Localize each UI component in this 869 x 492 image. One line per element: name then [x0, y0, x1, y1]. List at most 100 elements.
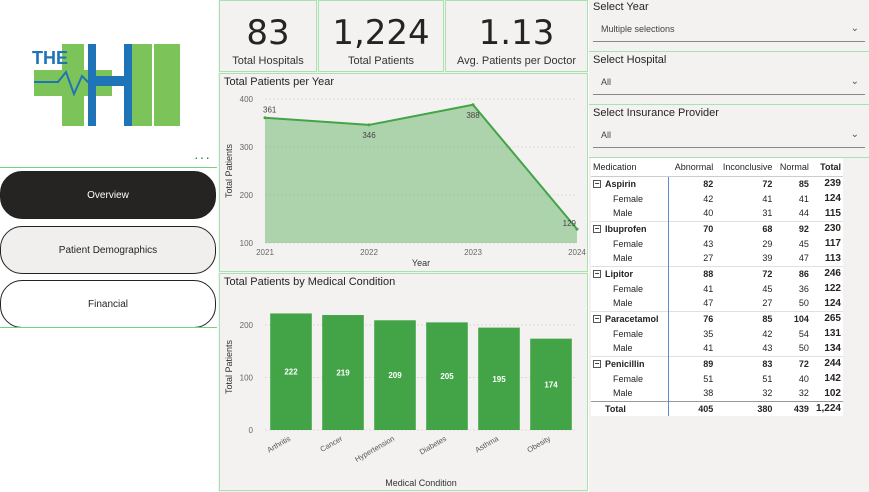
gender-cell: Female — [591, 281, 669, 296]
matrix-cell: 89 — [668, 355, 716, 371]
hospital-dropdown[interactable]: All ⌄ — [593, 71, 865, 95]
matrix-sub-row[interactable]: Female 51 51 40 142 — [591, 371, 843, 386]
y-tick-label: 200 — [240, 191, 254, 200]
collapse-icon[interactable]: − — [593, 360, 601, 369]
x-axis-title: Year — [412, 258, 430, 268]
matrix-cell: 51 — [703, 373, 714, 384]
matrix-cell: 115 — [824, 207, 841, 219]
matrix-cell: 39 — [762, 253, 773, 264]
logo-text: THE — [32, 48, 68, 68]
bar-chart-card[interactable]: Total Patients by Medical Condition 0 100… — [219, 273, 588, 491]
kpi-value: 83 — [246, 13, 290, 53]
data-label: 346 — [362, 131, 376, 140]
matrix-cell: 230 — [810, 220, 843, 236]
kpi-avg-patients-per-doctor[interactable]: 1.13 Avg. Patients per Doctor — [445, 0, 588, 72]
header-total[interactable]: Total — [810, 158, 843, 177]
overview-button[interactable]: Overview — [0, 171, 216, 219]
medication-cell: − Aspirin — [591, 175, 669, 191]
matrix-cell: 54 — [798, 328, 809, 339]
matrix-cell: 50 — [798, 298, 809, 309]
x-tick-label: 2022 — [360, 248, 378, 257]
medication-matrix[interactable]: Medication Abnormal Inconclusive Normal … — [591, 158, 843, 416]
y-axis-title: Total Patients — [224, 339, 234, 394]
matrix-cell: 29 — [762, 238, 773, 249]
bar-data-label: 205 — [440, 372, 454, 381]
header-medication[interactable]: Medication — [591, 158, 669, 177]
insurance-dropdown[interactable]: All ⌄ — [593, 124, 865, 148]
matrix-cell: 40 — [798, 373, 809, 384]
chevron-down-icon: ⌄ — [850, 23, 859, 34]
matrix-cell: 239 — [810, 175, 843, 191]
collapse-icon[interactable]: − — [593, 270, 601, 279]
bar-data-label: 195 — [492, 375, 506, 384]
year-dropdown[interactable]: Multiple selections ⌄ — [593, 18, 865, 42]
year-slicer: Select Year Multiple selections ⌄ — [589, 0, 869, 52]
matrix-cell: 102 — [824, 387, 841, 399]
matrix-cell: 32 — [762, 388, 773, 399]
matrix-cell: 88 — [668, 265, 716, 281]
matrix-cell: 265 — [810, 310, 843, 326]
chevron-down-icon: ⌄ — [850, 129, 859, 140]
medication-name: Aspirin — [605, 178, 637, 189]
matrix-cell: 122 — [824, 283, 841, 294]
matrix-cell: 51 — [762, 373, 773, 384]
kpi-label: Avg. Patients per Doctor — [456, 55, 577, 67]
x-tick-label: Cancer — [319, 434, 345, 454]
header-normal[interactable]: Normal — [774, 158, 811, 177]
matrix-cell: 50 — [798, 343, 809, 354]
dropdown-value: All — [601, 130, 612, 140]
collapse-icon[interactable]: − — [593, 180, 601, 189]
bar-data-label: 219 — [336, 369, 350, 378]
y-tick-label: 100 — [240, 374, 254, 383]
matrix-sub-row[interactable]: Female 35 42 54 131 — [591, 326, 843, 341]
matrix-sub-row[interactable]: Female 43 29 45 117 — [591, 236, 843, 251]
x-tick-label: Asthma — [473, 434, 500, 455]
collapse-icon[interactable]: − — [593, 315, 601, 324]
matrix-cell: 72 — [715, 175, 775, 191]
slicer-title: Select Hospital — [593, 54, 667, 66]
matrix-sub-row[interactable]: Male 27 39 47 113 — [591, 251, 843, 266]
matrix-total-cell: 439 — [774, 400, 811, 416]
more-options-icon[interactable]: ··· — [194, 149, 211, 165]
matrix-group-row[interactable]: − Penicillin 89 83 72 244 — [591, 355, 843, 371]
medication-cell: − Ibuprofen — [591, 220, 669, 236]
kpi-total-hospitals[interactable]: 83 Total Hospitals — [219, 0, 317, 72]
matrix-cell: 117 — [824, 238, 841, 249]
matrix-sub-row[interactable]: Male 40 31 44 115 — [591, 206, 843, 221]
matrix-cell: 246 — [810, 265, 843, 281]
header-inconclusive[interactable]: Inconclusive — [715, 158, 775, 177]
matrix-cell: 42 — [703, 193, 714, 204]
gender-cell: Male — [591, 206, 669, 221]
patient-demographics-button[interactable]: Patient Demographics — [0, 226, 216, 274]
medication-cell: − Paracetamol — [591, 310, 669, 326]
matrix-group-row[interactable]: − Paracetamol 76 85 104 265 — [591, 310, 843, 326]
header-abnormal[interactable]: Abnormal — [668, 158, 716, 177]
y-tick-label: 200 — [240, 321, 254, 330]
matrix-sub-row[interactable]: Male 38 32 32 102 — [591, 386, 843, 401]
y-tick-label: 100 — [240, 239, 254, 248]
matrix-sub-row[interactable]: Male 47 27 50 124 — [591, 296, 843, 311]
bar-data-label: 174 — [544, 380, 558, 389]
matrix-group-row[interactable]: − Lipitor 88 72 86 246 — [591, 265, 843, 281]
matrix-cell: 82 — [668, 175, 716, 191]
matrix-group-row[interactable]: − Aspirin 82 72 85 239 — [591, 175, 843, 191]
matrix-cell: 43 — [703, 238, 714, 249]
matrix-cell: 45 — [762, 283, 773, 294]
matrix-sub-row[interactable]: Female 41 45 36 122 — [591, 281, 843, 296]
x-axis-title: Medical Condition — [385, 478, 457, 488]
matrix-cell: 44 — [798, 208, 809, 219]
matrix-cell: 41 — [762, 193, 773, 204]
matrix-cell: 104 — [774, 310, 811, 326]
matrix-sub-row[interactable]: Female 42 41 41 124 — [591, 191, 843, 206]
y-tick-label: 300 — [240, 143, 254, 152]
kpi-total-patients[interactable]: 1,224 Total Patients — [318, 0, 444, 72]
financial-button[interactable]: Financial — [0, 280, 216, 328]
matrix-cell: 85 — [715, 310, 775, 326]
matrix-cell: 83 — [715, 355, 775, 371]
matrix-group-row[interactable]: − Ibuprofen 70 68 92 230 — [591, 220, 843, 236]
matrix-cell: 47 — [703, 298, 714, 309]
line-chart-card[interactable]: Total Patients per Year 100 200 300 400 361 2… — [219, 73, 588, 272]
collapse-icon[interactable]: − — [593, 225, 601, 234]
matrix-cell: 41 — [798, 193, 809, 204]
matrix-sub-row[interactable]: Male 41 43 50 134 — [591, 341, 843, 356]
